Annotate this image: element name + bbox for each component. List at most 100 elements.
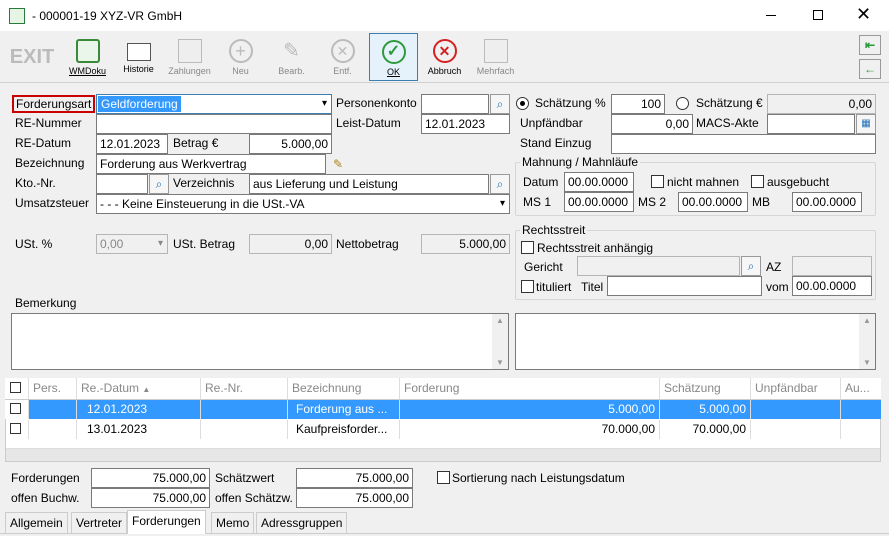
sort-asc-icon: ▲ [142,385,151,394]
leistdatum-field[interactable]: 12.01.2023 [421,114,510,134]
ok-button[interactable]: ✓ OK [369,33,418,81]
scrollbar[interactable]: ▲ ▼ [492,314,508,369]
titel-field[interactable] [607,276,762,296]
chevron-down-icon: ▾ [321,98,327,109]
row-checkbox[interactable] [10,423,21,434]
maximize-icon[interactable] [813,10,823,20]
gericht-search-icon[interactable]: ⌕ [741,256,761,276]
bezeichnung-lookup-icon[interactable]: ✎ [328,154,348,174]
exit-button[interactable]: EXIT [4,33,60,81]
bearbeiten-button[interactable]: ✎ Bearb. [267,33,316,81]
col-au[interactable]: Au... [841,378,881,399]
col-schaetzung[interactable]: Schätzung [660,378,751,399]
unpfaendbar-field[interactable]: 0,00 [611,114,693,134]
ust-select[interactable]: 0,00 ▾ [96,234,168,254]
stand-field[interactable] [611,134,876,154]
mahn-datum-field[interactable]: 00.00.0000 [564,172,634,192]
zahlungen-button[interactable]: Zahlungen [165,33,214,81]
col-forderung[interactable]: Forderung [400,378,660,399]
betrag-field[interactable]: 5.000,00 [249,134,332,154]
verzeichnis-field[interactable]: aus Lieferung und Leistung [249,174,489,194]
col-redatum[interactable]: Re.-Datum ▲ [77,378,201,399]
horizontal-scrollbar[interactable] [6,448,880,461]
bezeichnung-field[interactable]: Forderung aus Werkvertrag [96,154,326,174]
cell-datum: 12.01.2023 [77,400,201,419]
nav-back-icon[interactable]: ← [859,59,881,79]
abbruch-button[interactable]: ✕ Abbruch [420,33,469,81]
tab-vertreter[interactable]: Vertreter [71,512,128,533]
schaetzwert-label: Schätzwert [215,471,275,485]
ktonr-label: Kto.-Nr. [15,176,56,190]
cell-pers [29,420,77,439]
vom-field[interactable]: 00.00.0000 [792,276,872,296]
historie-button[interactable]: Historie [114,33,163,81]
tituliert-checkbox[interactable] [521,280,534,293]
tab-allgemein[interactable]: Allgemein [5,512,68,533]
verzeichnis-label: Verzeichnis [173,176,235,190]
tab-memo[interactable]: Memo [211,512,255,533]
ustbetrag-label: USt. Betrag [173,237,236,251]
verzeichnis-search-icon[interactable]: ⌕ [490,174,510,194]
neu-button[interactable]: + Neu [216,33,265,81]
col-renr[interactable]: Re.-Nr. [201,378,288,399]
select-all-checkbox[interactable] [10,382,21,393]
personenkonto-field[interactable] [421,94,489,114]
table-row[interactable]: 13.01.2023 Kaufpreisforder... 70.000,00 … [5,420,881,439]
close-icon[interactable]: ✕ [856,4,871,24]
forderungen-sum-field: 75.000,00 [91,468,210,488]
sortierung-checkbox[interactable] [437,471,450,484]
macs-label: MACS-Akte [696,116,759,130]
cell-ford: 70.000,00 [400,420,660,439]
az-field[interactable] [792,256,872,276]
ustbetrag-field: 0,00 [249,234,332,254]
scrollbar[interactable]: ▲ ▼ [859,314,875,369]
personenkonto-search-icon[interactable]: ⌕ [490,94,510,114]
schaetzung-pct-field[interactable]: 100 [611,94,665,114]
wmdoku-button[interactable]: WMDoku [63,33,112,81]
ms2-field[interactable]: 00.00.0000 [678,192,748,212]
cell-datum: 13.01.2023 [77,420,201,439]
calendar-icon[interactable]: ▦ [856,114,876,134]
gericht-label: Gericht [524,260,563,274]
umsatzsteuer-label: Umsatzsteuer [15,196,90,210]
bemerkung-textarea[interactable]: ▲ ▼ [11,313,509,370]
entfernen-button[interactable]: ✕ Entf. [318,33,367,81]
delete-icon: ✕ [330,39,355,63]
redatum-field[interactable]: 12.01.2023 [96,134,168,154]
cell-unpf [751,400,841,419]
umsatzsteuer-select[interactable]: - - - Keine Einsteuerung in die USt.-VA … [96,194,510,214]
ms1-label: MS 1 [523,195,552,209]
col-unpfaendbar[interactable]: Unpfändbar [751,378,841,399]
cancel-icon: ✕ [432,39,457,63]
macs-field[interactable] [767,114,855,134]
mehrfach-button[interactable]: Mehrfach [471,33,520,81]
renummer-field[interactable] [96,114,332,134]
leistdatum-label: Leist-Datum [336,116,401,130]
mahnung-title: Mahnung / Mahnläufe [520,155,641,169]
minimize-icon[interactable] [766,15,776,16]
gericht-field[interactable] [577,256,740,276]
schaetzung-eur-label: Schätzung € [696,96,763,110]
tab-forderungen[interactable]: Forderungen [127,510,206,534]
chevron-down-icon: ▾ [157,238,163,249]
forderungsart-select[interactable]: Geldforderung ▾ [96,94,332,114]
mb-field[interactable]: 00.00.0000 [792,192,862,212]
col-pers[interactable]: Pers. [29,378,77,399]
tab-adressgruppen[interactable]: Adressgruppen [256,512,348,533]
row-checkbox[interactable] [10,403,21,414]
cell-schaetz: 70.000,00 [660,420,751,439]
ktonr-search-icon[interactable]: ⌕ [149,174,169,194]
col-bezeichnung[interactable]: Bezeichnung [288,378,400,399]
table-row[interactable]: 12.01.2023 Forderung aus ... 5.000,00 5.… [5,400,881,419]
ms1-field[interactable]: 00.00.0000 [564,192,634,212]
rechtsstreit-checkbox[interactable] [521,241,534,254]
document-icon [75,39,100,63]
nicht-mahnen-checkbox[interactable] [651,175,664,188]
schaetzung-eur-radio[interactable] [676,97,689,110]
bemerkung2-textarea[interactable]: ▲ ▼ [515,313,876,370]
schaetzung-pct-radio[interactable] [516,97,529,110]
redatum-label: RE-Datum [15,136,72,150]
ktonr-field[interactable] [96,174,148,194]
nav-first-icon[interactable]: ⇤ [859,35,881,55]
ausgebucht-checkbox[interactable] [751,175,764,188]
